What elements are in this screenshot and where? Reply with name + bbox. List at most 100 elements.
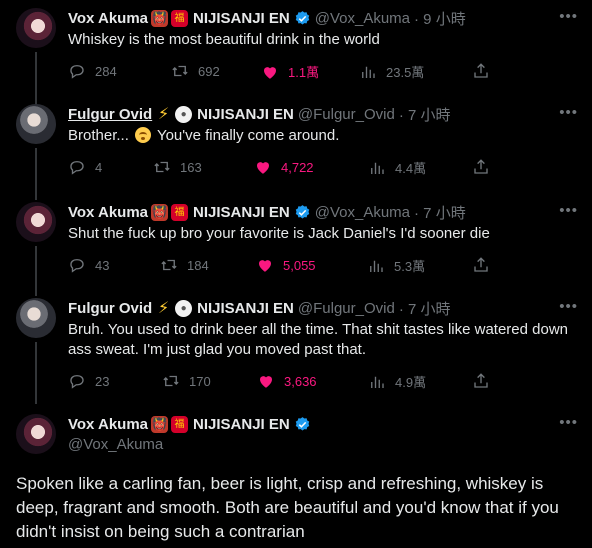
reply-count: 23 bbox=[95, 373, 110, 389]
red-envelope-icon: 福 bbox=[171, 415, 189, 433]
retweet-button[interactable]: 170 bbox=[162, 372, 211, 390]
reply-count: 4 bbox=[95, 159, 103, 175]
timestamp[interactable]: · 7 小時 bbox=[399, 298, 451, 319]
reply-count: 284 bbox=[95, 63, 117, 79]
views-icon bbox=[371, 162, 384, 174]
more-dots-icon[interactable]: ••• bbox=[559, 104, 578, 121]
retweet-button[interactable]: 692 bbox=[171, 62, 220, 80]
more-dots-icon[interactable]: ••• bbox=[559, 8, 578, 25]
views-button[interactable]: 4.4萬 bbox=[368, 158, 426, 177]
reply-icon bbox=[70, 375, 84, 389]
sheep-icon: ● bbox=[175, 299, 193, 317]
tweet-header: Fulgur Ovid ⚡ ● NIJISANJI EN @Fulgur_Ovi… bbox=[68, 298, 451, 318]
views-icon bbox=[370, 260, 383, 272]
views-button[interactable]: 23.5萬 bbox=[359, 62, 424, 81]
retweet-count: 170 bbox=[189, 373, 211, 389]
tweet-text: Whiskey is the most beautiful drink in t… bbox=[68, 31, 380, 48]
reply-count: 43 bbox=[95, 257, 110, 273]
reply-button[interactable]: 4 bbox=[68, 158, 102, 176]
view-count: 4.9萬 bbox=[395, 375, 427, 390]
like-button[interactable]: 3,636 bbox=[257, 372, 317, 390]
tweet-actions: 23 170 3,636 4.9萬 bbox=[68, 372, 573, 392]
retweet-button[interactable]: 163 bbox=[153, 158, 202, 176]
display-name[interactable]: Vox Akuma bbox=[68, 416, 148, 433]
tweet-text: Spoken like a carling fan, beer is light… bbox=[16, 474, 559, 541]
tweet-4[interactable]: Fulgur Ovid ⚡ ● NIJISANJI EN @Fulgur_Ovi… bbox=[0, 298, 592, 404]
heart-icon bbox=[260, 376, 272, 388]
display-name[interactable]: Vox Akuma bbox=[68, 10, 148, 27]
tweet-text-after: You've finally come around. bbox=[156, 127, 340, 144]
share-icon bbox=[474, 373, 488, 388]
reply-icon bbox=[70, 161, 84, 175]
thread-line bbox=[35, 148, 37, 200]
oni-mask-icon: 👹 bbox=[151, 415, 169, 433]
more-dots-icon[interactable]: ••• bbox=[559, 414, 578, 431]
handle[interactable]: @Fulgur_Ovid bbox=[298, 300, 395, 317]
share-button[interactable] bbox=[472, 256, 499, 274]
timestamp[interactable]: · 7 小時 bbox=[414, 202, 466, 223]
avatar[interactable] bbox=[16, 202, 56, 242]
like-count: 1.1萬 bbox=[288, 65, 320, 80]
timestamp[interactable]: · 9 小時 bbox=[414, 8, 466, 29]
display-name[interactable]: Fulgur Ovid bbox=[68, 106, 152, 123]
reply-icon bbox=[70, 65, 84, 79]
reply-button[interactable]: 284 bbox=[68, 62, 117, 80]
view-count: 23.5萬 bbox=[386, 65, 425, 80]
retweet-icon bbox=[172, 65, 188, 77]
red-envelope-icon: 福 bbox=[171, 9, 189, 27]
share-icon bbox=[474, 63, 488, 78]
reply-button[interactable]: 43 bbox=[68, 256, 109, 274]
tweet-3[interactable]: Vox Akuma 👹 福 NIJISANJI EN @Vox_Akuma · … bbox=[0, 202, 592, 296]
verified-badge-icon bbox=[295, 204, 309, 219]
view-count: 5.3萬 bbox=[394, 259, 426, 274]
tweet-header: Fulgur Ovid ⚡ ● NIJISANJI EN @Fulgur_Ovi… bbox=[68, 104, 451, 124]
handle[interactable]: @Vox_Akuma bbox=[315, 10, 410, 27]
reply-icon bbox=[70, 259, 84, 273]
retweet-icon bbox=[154, 161, 170, 173]
avatar[interactable] bbox=[16, 104, 56, 144]
share-icon bbox=[474, 257, 488, 272]
heart-icon bbox=[264, 66, 276, 79]
share-button[interactable] bbox=[472, 62, 499, 80]
retweet-count: 163 bbox=[180, 159, 202, 175]
avatar[interactable] bbox=[16, 298, 56, 338]
retweet-count: 184 bbox=[187, 257, 209, 273]
handle[interactable]: @Vox_Akuma bbox=[68, 436, 163, 453]
display-name[interactable]: Vox Akuma bbox=[68, 204, 148, 221]
tweet-2[interactable]: Fulgur Ovid ⚡ ● NIJISANJI EN @Fulgur_Ovi… bbox=[0, 104, 592, 200]
timestamp[interactable]: · 7 小時 bbox=[399, 104, 451, 125]
handle[interactable]: @Fulgur_Ovid bbox=[298, 106, 395, 123]
verified-badge-icon bbox=[295, 10, 309, 25]
avatar[interactable] bbox=[16, 414, 56, 454]
org-label: NIJISANJI EN bbox=[193, 415, 290, 433]
tweet-header: Vox Akuma 👹 福 NIJISANJI EN bbox=[68, 414, 311, 434]
like-button[interactable]: 4,722 bbox=[254, 158, 314, 176]
oni-mask-icon: 👹 bbox=[151, 9, 169, 27]
tweet-header: Vox Akuma 👹 福 NIJISANJI EN @Vox_Akuma · … bbox=[68, 8, 466, 28]
retweet-count: 692 bbox=[198, 63, 220, 79]
red-envelope-icon: 福 bbox=[171, 203, 189, 221]
views-button[interactable]: 4.9萬 bbox=[368, 372, 426, 391]
more-dots-icon[interactable]: ••• bbox=[559, 202, 578, 219]
tweet-1[interactable]: Vox Akuma 👹 福 NIJISANJI EN @Vox_Akuma · … bbox=[0, 8, 592, 110]
more-dots-icon[interactable]: ••• bbox=[559, 298, 578, 315]
heart-icon bbox=[259, 260, 271, 272]
retweet-button[interactable]: 184 bbox=[160, 256, 209, 274]
share-button[interactable] bbox=[472, 372, 499, 390]
reply-button[interactable]: 23 bbox=[68, 372, 109, 390]
tweet-actions: 284 692 1.1萬 23.5萬 bbox=[68, 62, 573, 82]
avatar[interactable] bbox=[16, 8, 56, 48]
like-button[interactable]: 1.1萬 bbox=[261, 62, 319, 81]
handle[interactable]: @Vox_Akuma bbox=[315, 204, 410, 221]
share-button[interactable] bbox=[472, 158, 499, 176]
verified-badge-icon bbox=[295, 416, 309, 431]
like-count: 4,722 bbox=[281, 159, 314, 175]
views-icon bbox=[371, 376, 384, 388]
like-button[interactable]: 5,055 bbox=[256, 256, 316, 274]
lightning-icon: ⚡ bbox=[158, 105, 170, 123]
thread-line bbox=[35, 52, 37, 110]
views-button[interactable]: 5.3萬 bbox=[367, 256, 425, 275]
display-name[interactable]: Fulgur Ovid bbox=[68, 300, 152, 317]
tweet-text-before: Brother... bbox=[68, 127, 129, 144]
tweet-actions: 43 184 5,055 5.3萬 bbox=[68, 256, 573, 276]
